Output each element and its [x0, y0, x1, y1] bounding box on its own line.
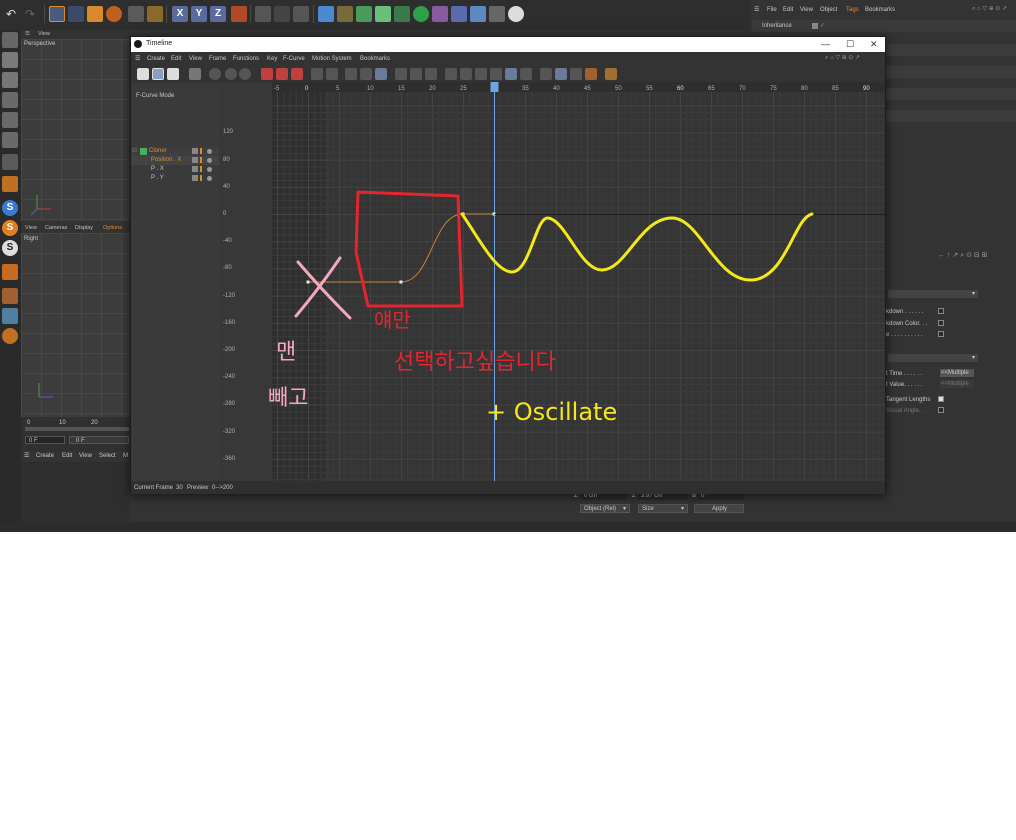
app-statusbar	[0, 522, 1016, 532]
annotation-red-word: 얘만	[374, 308, 411, 332]
annotation-pink-word-1: 맨	[276, 340, 297, 365]
annotation-layer	[294, 190, 814, 320]
pink-cross-stroke-1	[296, 260, 352, 320]
annotation-red-sentence: 선택하고싶습니다	[394, 350, 556, 375]
cinema4d-app: ↶ ↷ X Y Z S S S ☰ View Perspective View …	[0, 0, 1016, 532]
annotation-yellow-note: + Oscillate	[486, 398, 618, 426]
annotation-pink-word-2: 빼고	[268, 386, 309, 411]
red-selection-box	[354, 190, 464, 308]
yellow-oscillate-curve	[460, 212, 814, 282]
